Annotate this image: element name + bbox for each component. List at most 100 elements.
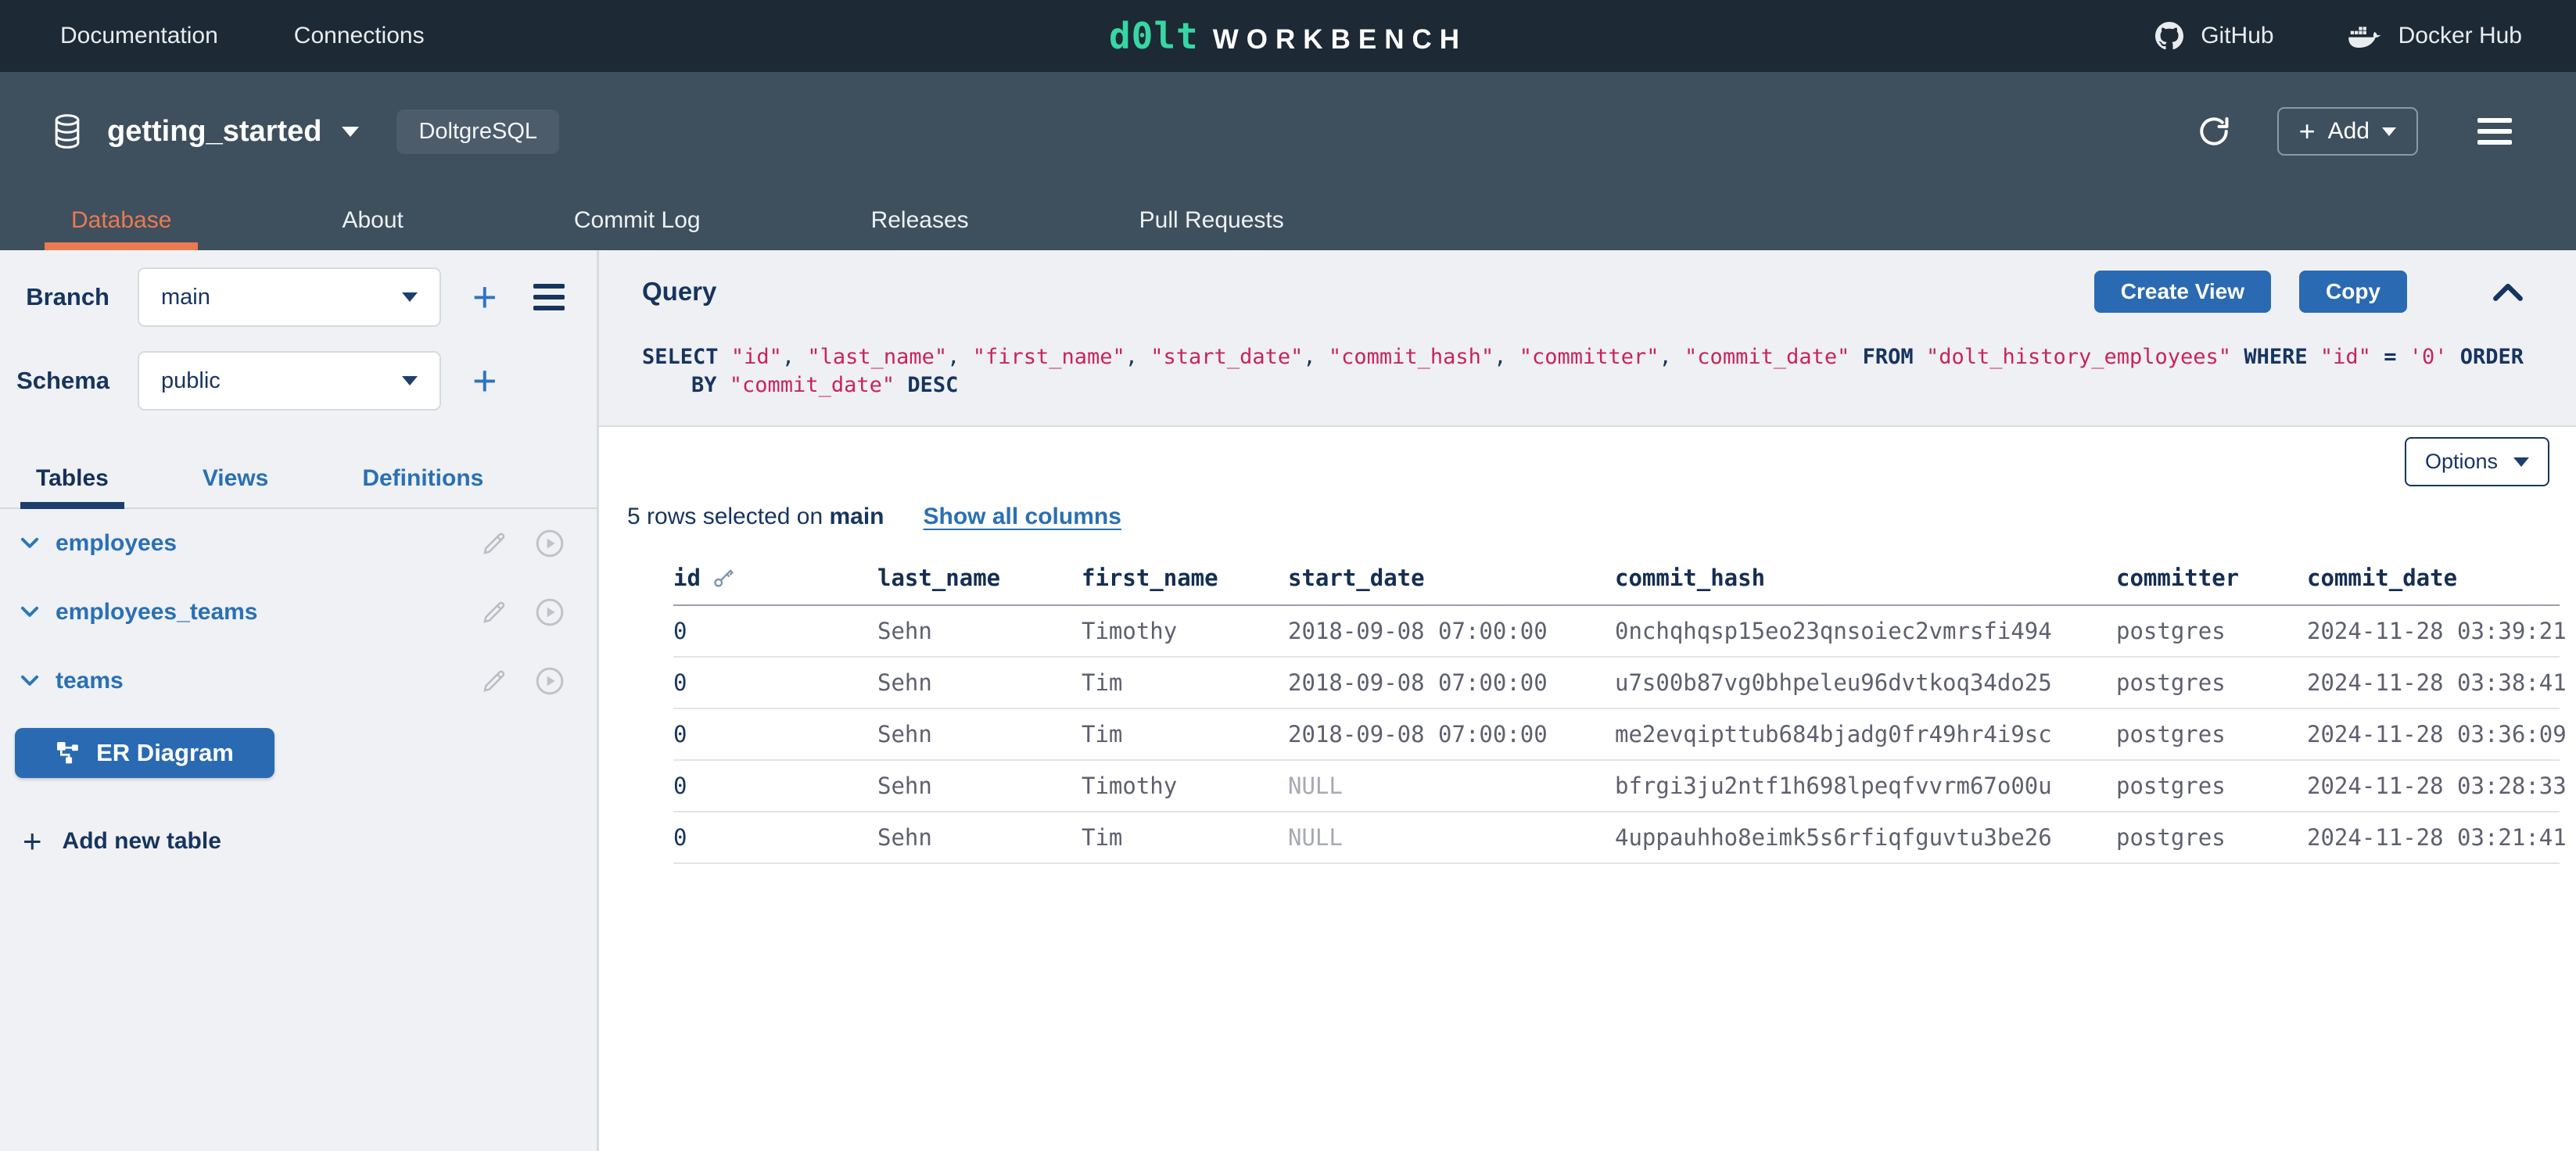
- table-item-teams: teams: [0, 647, 597, 715]
- docker-icon: [2348, 23, 2381, 48]
- er-diagram-icon: [56, 740, 81, 766]
- cell-id: 0: [673, 605, 877, 657]
- column-header-last_name: last_name: [877, 565, 1082, 605]
- table-row: 0SehnTimothyNULLbfrgi3ju2ntf1h698lpeqfvv…: [673, 760, 2560, 812]
- er-diagram-label: ER Diagram: [96, 739, 234, 767]
- chevron-down-icon: [20, 602, 40, 622]
- edit-table-button[interactable]: [481, 668, 508, 694]
- schema-select-value: public: [161, 368, 221, 394]
- database-name: getting_started: [107, 115, 321, 149]
- database-type-badge: DoltgreSQL: [396, 109, 559, 154]
- table-link[interactable]: teams: [56, 668, 124, 694]
- column-header-first_name: first_name: [1082, 565, 1288, 605]
- results-summary: 5 rows selected on main Show all columns: [626, 504, 2549, 530]
- create-view-button[interactable]: Create View: [2094, 271, 2271, 313]
- play-circle-icon: [534, 597, 565, 628]
- schema-select[interactable]: public: [138, 351, 441, 411]
- column-header-committer: committer: [2116, 565, 2307, 605]
- cell-committer: postgres: [2116, 708, 2307, 760]
- add-branch-button[interactable]: +: [472, 276, 497, 318]
- tab-releases[interactable]: Releases: [845, 191, 996, 250]
- cell-committer: postgres: [2116, 760, 2307, 812]
- add-button[interactable]: + Add: [2277, 107, 2418, 156]
- branch-select-value: main: [161, 285, 210, 310]
- cell-commit_date: 2024-11-28 03:36:09: [2307, 708, 2560, 760]
- sql-editor[interactable]: SELECT "id", "last_name", "first_name", …: [642, 343, 2548, 400]
- cell-commit_hash: bfrgi3ju2ntf1h698lpeqfvvrm67o00u: [1615, 760, 2116, 812]
- er-diagram-button[interactable]: ER Diagram: [15, 728, 274, 778]
- table-item-employees-teams: employees_teams: [0, 578, 597, 647]
- options-row: Options: [626, 437, 2549, 486]
- column-header-commit_hash: commit_hash: [1615, 565, 2116, 605]
- collapse-query-button[interactable]: [2492, 280, 2524, 303]
- options-button[interactable]: Options: [2405, 437, 2549, 486]
- cell-id: 0: [673, 708, 877, 760]
- table-row: 0SehnTimNULL4uppauhho8eimk5s6rfiqfguvtu3…: [673, 812, 2560, 863]
- refresh-icon: [2196, 113, 2232, 149]
- expand-table-button[interactable]: [20, 602, 40, 622]
- docker-hub-label: Docker Hub: [2398, 23, 2522, 49]
- cell-last_name: Sehn: [877, 605, 1082, 657]
- branch-menu-button[interactable]: [533, 284, 565, 310]
- sql-line: SELECT "id", "last_name", "first_name", …: [642, 343, 2548, 371]
- docker-hub-link[interactable]: Docker Hub: [2348, 23, 2522, 49]
- expand-table-button[interactable]: [20, 671, 40, 691]
- results-table: id last_namefirst_namestart_datecommit_h…: [673, 565, 2560, 864]
- tab-definitions[interactable]: Definitions: [346, 465, 499, 507]
- results-header-row: id last_namefirst_namestart_datecommit_h…: [673, 565, 2560, 605]
- edit-table-button[interactable]: [481, 599, 508, 626]
- cell-first_name: Tim: [1082, 812, 1288, 863]
- github-label: GitHub: [2201, 23, 2273, 49]
- sql-line: BY "commit_date" DESC: [642, 371, 2548, 400]
- tab-pull-requests[interactable]: Pull Requests: [1113, 191, 1311, 250]
- database-selector[interactable]: getting_started: [52, 113, 359, 149]
- run-table-query-button[interactable]: [534, 665, 565, 697]
- plus-icon: +: [2299, 117, 2316, 145]
- cell-commit_date: 2024-11-28 03:21:41: [2307, 812, 2560, 863]
- chevron-down-icon: [342, 127, 359, 137]
- table-link[interactable]: employees_teams: [56, 599, 258, 626]
- schema-row: Schema public +: [0, 351, 597, 411]
- copy-button[interactable]: Copy: [2299, 271, 2407, 313]
- query-header: Query Create View Copy: [642, 271, 2548, 313]
- cell-first_name: Timothy: [1082, 760, 1288, 812]
- cell-commit_hash: me2evqipttub684bjadg0fr49hr4i9sc: [1615, 708, 2116, 760]
- refresh-button[interactable]: [2196, 113, 2232, 149]
- table-list: employees employees_teams: [0, 509, 597, 715]
- show-all-columns-link[interactable]: Show all columns: [924, 504, 1121, 530]
- options-label: Options: [2425, 450, 2498, 474]
- query-panel: Query Create View Copy SELECT "id", "las…: [599, 250, 2576, 427]
- cell-id: 0: [673, 657, 877, 708]
- run-table-query-button[interactable]: [534, 528, 565, 559]
- table-row: 0SehnTim2018-09-08 07:00:00me2evqipttub6…: [673, 708, 2560, 760]
- add-schema-button[interactable]: +: [472, 360, 497, 402]
- results-panel: Options 5 rows selected on main Show all…: [599, 427, 2576, 1151]
- add-new-table-label: Add new table: [63, 828, 221, 855]
- play-circle-icon: [534, 665, 565, 697]
- table-link[interactable]: employees: [56, 530, 177, 557]
- table-row: 0SehnTimothy2018-09-08 07:00:000nchqhqsp…: [673, 605, 2560, 657]
- pencil-icon: [481, 530, 508, 557]
- tab-views[interactable]: Views: [187, 465, 285, 507]
- sidebar-tabs: Tables Views Definitions: [0, 465, 597, 509]
- table-row: 0SehnTim2018-09-08 07:00:00u7s00b87vg0bh…: [673, 657, 2560, 708]
- run-table-query-button[interactable]: [534, 597, 565, 628]
- github-link[interactable]: GitHub: [2155, 22, 2273, 50]
- database-header: getting_started DoltgreSQL + Add: [0, 72, 2576, 191]
- cell-first_name: Tim: [1082, 708, 1288, 760]
- github-icon: [2155, 22, 2183, 50]
- dolt-workbench-logo[interactable]: d0lt WORKBENCH: [1109, 15, 1467, 57]
- tab-database[interactable]: Database: [45, 191, 198, 250]
- branch-select[interactable]: main: [138, 267, 441, 327]
- edit-table-button[interactable]: [481, 530, 508, 557]
- tab-about[interactable]: About: [315, 191, 429, 250]
- tab-tables[interactable]: Tables: [20, 465, 124, 507]
- tab-commit-log[interactable]: Commit Log: [547, 191, 727, 250]
- expand-table-button[interactable]: [20, 533, 40, 554]
- nav-link-documentation[interactable]: Documentation: [60, 23, 218, 49]
- add-new-table-button[interactable]: + Add new table: [23, 825, 597, 858]
- menu-button[interactable]: [2477, 118, 2512, 145]
- database-header-actions: + Add: [2196, 107, 2512, 156]
- top-nav-links: Documentation Connections: [0, 23, 425, 49]
- nav-link-connections[interactable]: Connections: [294, 23, 425, 49]
